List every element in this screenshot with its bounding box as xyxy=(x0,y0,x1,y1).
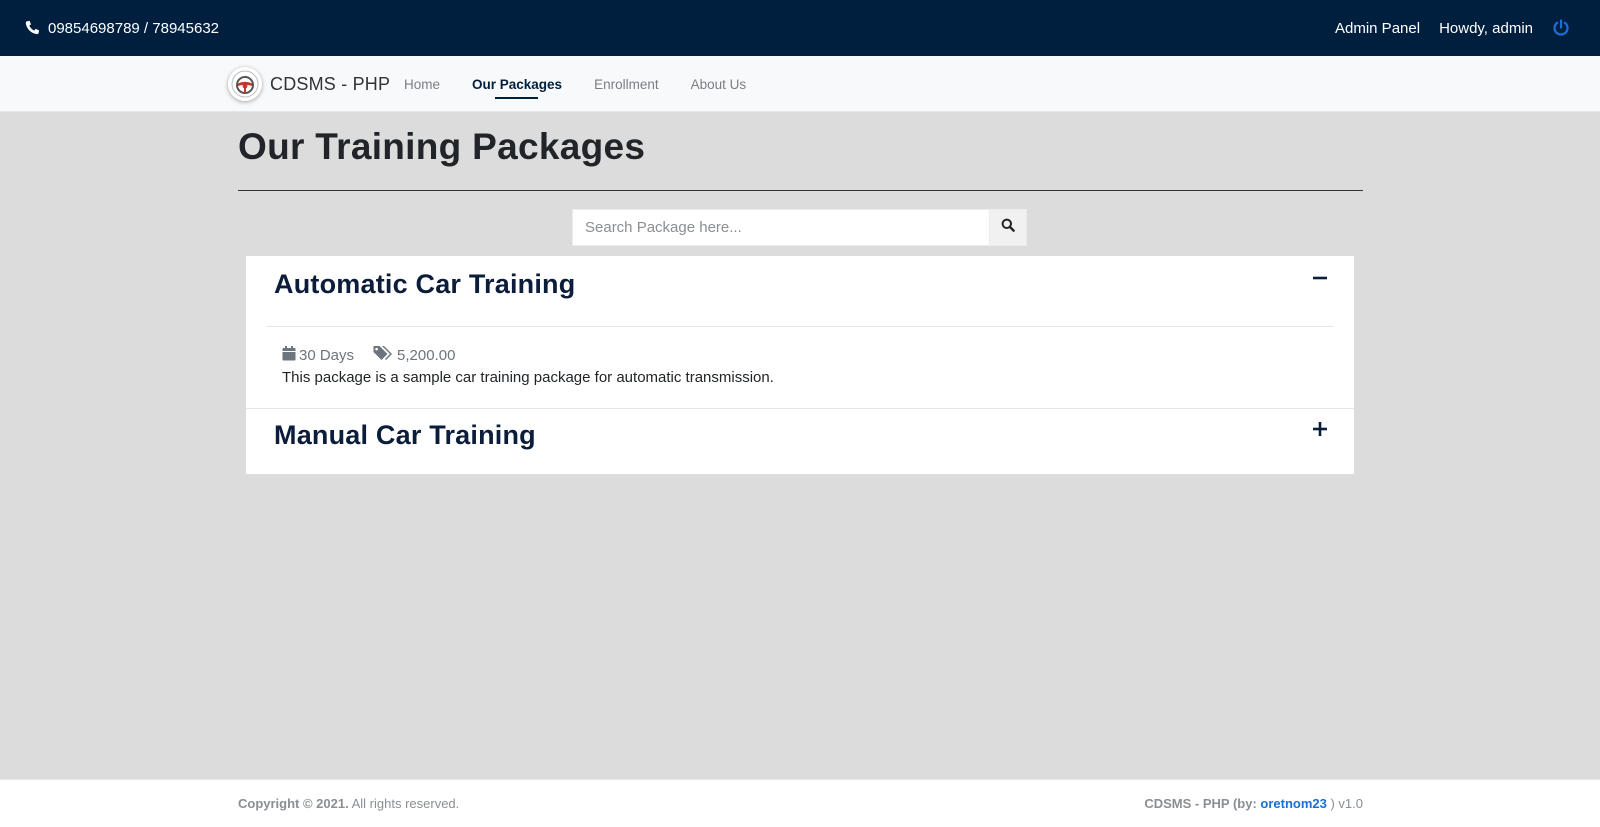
package-header[interactable]: Manual Car Training xyxy=(246,409,1354,474)
packages-accordion: Automatic Car Training 30 Days 5,200.00 … xyxy=(246,256,1354,474)
package-item: Automatic Car Training 30 Days 5,200.00 … xyxy=(246,256,1354,409)
search-input[interactable] xyxy=(572,209,989,246)
minus-icon[interactable] xyxy=(1312,270,1328,286)
calendar-icon xyxy=(282,345,296,365)
package-price: 5,200.00 xyxy=(373,345,455,365)
phone-numbers: 09854698789 / 78945632 xyxy=(48,19,220,37)
nav-enrollment[interactable]: Enrollment xyxy=(594,77,659,92)
plus-icon[interactable] xyxy=(1312,421,1328,437)
brand-name: CDSMS - PHP xyxy=(270,73,391,94)
power-icon[interactable] xyxy=(1552,19,1570,37)
author-link[interactable]: oretnom23 xyxy=(1260,796,1326,811)
package-meta: 30 Days 5,200.00 xyxy=(266,345,1334,365)
copyright-year: Copyright © 2021. xyxy=(238,796,349,811)
main-navbar: CDSMS - PHP Home Our Packages Enrollment… xyxy=(0,56,1600,112)
admin-panel-link[interactable]: Admin Panel xyxy=(1335,20,1420,37)
package-title: Manual Car Training xyxy=(274,420,536,450)
credit-suffix: ) v1.0 xyxy=(1326,796,1363,811)
brand[interactable]: CDSMS - PHP xyxy=(228,67,390,101)
nav-our-packages[interactable]: Our Packages xyxy=(472,77,562,99)
search-button[interactable] xyxy=(989,209,1027,246)
nav-about-us[interactable]: About Us xyxy=(691,77,747,92)
steering-wheel-logo-icon xyxy=(228,67,262,101)
package-details: 30 Days 5,200.00 This package is a sampl… xyxy=(246,326,1354,408)
title-divider xyxy=(238,190,1363,191)
package-title: Automatic Car Training xyxy=(274,269,576,299)
package-search xyxy=(572,209,1027,246)
phone-icon xyxy=(24,20,40,36)
contact-info: 09854698789 / 78945632 xyxy=(24,20,219,37)
search-icon xyxy=(1001,218,1015,237)
copyright: Copyright © 2021. All rights reserved. xyxy=(238,796,459,811)
top-bar: 09854698789 / 78945632 Admin Panel Howdy… xyxy=(0,0,1600,56)
page-title: Our Training Packages xyxy=(238,126,646,167)
duration-text: 30 Days xyxy=(299,346,355,364)
user-greeting: Howdy, admin xyxy=(1439,19,1533,37)
credit-prefix: CDSMS - PHP (by: xyxy=(1144,796,1261,811)
copyright-rest: All rights reserved. xyxy=(348,796,460,811)
package-header[interactable]: Automatic Car Training xyxy=(246,256,1354,326)
package-item: Manual Car Training xyxy=(246,409,1354,474)
price-text: 5,200.00 xyxy=(397,346,456,364)
footer: Copyright © 2021. All rights reserved. C… xyxy=(0,779,1600,827)
nav-home[interactable]: Home xyxy=(404,77,440,92)
credit: CDSMS - PHP (by: oretnom23 ) v1.0 xyxy=(1144,796,1363,811)
nav-links: Home Our Packages Enrollment About Us xyxy=(404,56,746,112)
package-description: This package is a sample car training pa… xyxy=(282,369,774,386)
package-divider xyxy=(266,326,1334,327)
package-duration: 30 Days xyxy=(282,345,355,365)
tags-icon xyxy=(373,345,394,365)
